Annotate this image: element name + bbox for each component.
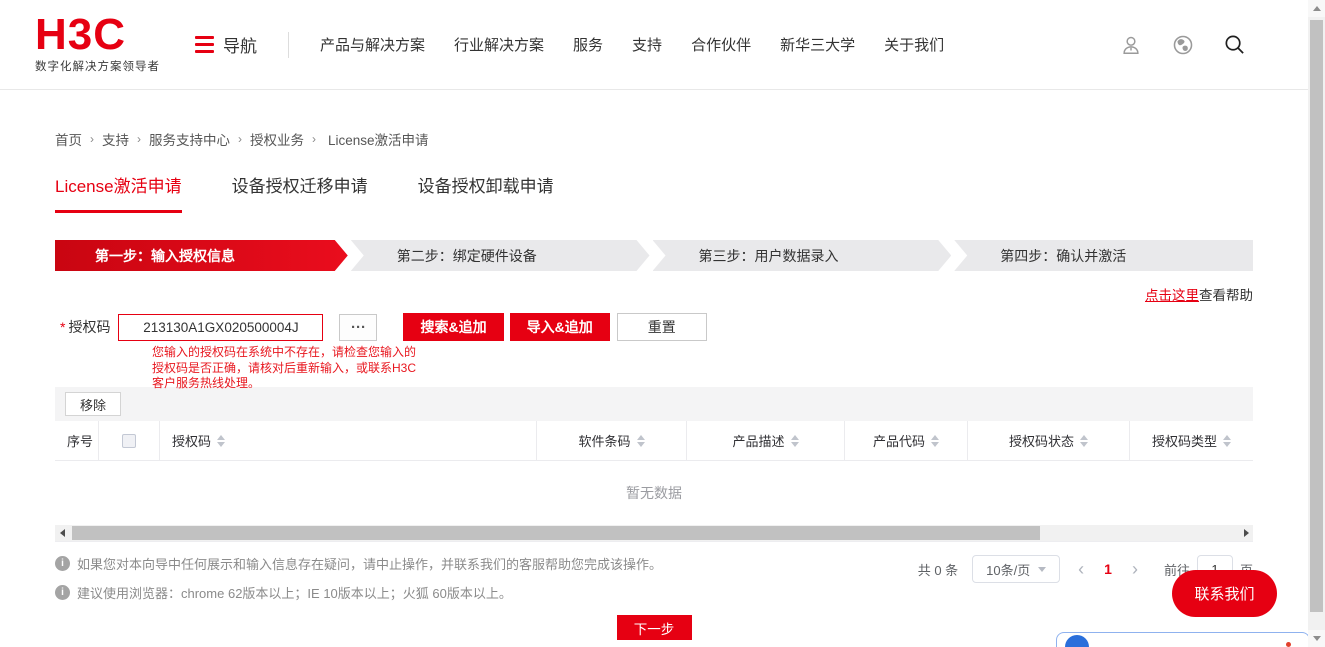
import-append-button[interactable]: 导入&追加	[509, 313, 610, 341]
info-icon: i	[55, 556, 70, 571]
tab-license-uninstall[interactable]: 设备授权卸载申请	[418, 172, 554, 213]
breadcrumb-current: License激活申请	[328, 133, 429, 148]
scroll-up-arrow-icon[interactable]	[1308, 0, 1325, 17]
nav-toggle[interactable]: 导航	[195, 32, 257, 57]
nav-toggle-label: 导航	[223, 37, 257, 56]
step-4: 第四步：确认并激活	[954, 240, 1253, 271]
step-1: 第一步：输入授权信息	[55, 240, 348, 271]
column-header-auth-type[interactable]: 授权码类型	[1130, 421, 1253, 460]
table-footer-row: i 如果您对本向导中任何展示和输入信息存在疑问，请中止操作，并联系我们的客服帮助…	[55, 554, 1253, 602]
breadcrumb-separator: ›	[137, 132, 141, 146]
next-page-button[interactable]: ›	[1128, 560, 1142, 578]
breadcrumb: 首页 › 支持 › 服务支持中心 › 授权业务 › License激活申请	[55, 129, 1253, 149]
horizontal-scrollbar[interactable]	[55, 525, 1253, 541]
scroll-left-arrow-icon[interactable]	[55, 525, 69, 541]
required-asterisk: *	[60, 319, 66, 335]
note-browser: i 建议使用浏览器：chrome 62版本以上；IE 10版本以上；火狐 60版…	[55, 583, 662, 602]
search-icon[interactable]	[1223, 33, 1246, 56]
help-suffix: 查看帮助	[1199, 288, 1253, 303]
column-header-product-desc[interactable]: 产品描述	[687, 421, 845, 460]
tab-license-migration[interactable]: 设备授权迁移申请	[232, 172, 368, 213]
column-header-checkbox	[99, 421, 160, 460]
site-header: H3C 数字化解决方案领导者 导航 产品与解决方案 行业解决方案 服务 支持 合…	[0, 0, 1308, 90]
tab-bar: License激活申请 设备授权迁移申请 设备授权卸载申请	[55, 172, 1253, 213]
auth-code-form: * 授权码 ··· 搜索&追加 导入&追加 重置 您输入的授权码在系统中不存在，…	[55, 313, 1253, 390]
main-nav: 产品与解决方案 行业解决方案 服务 支持 合作伙伴 新华三大学 关于我们	[320, 34, 944, 55]
auth-code-error-message: 您输入的授权码在系统中不存在，请检查您输入的授权码是否正确，请核对后重新输入，或…	[152, 345, 417, 390]
vertical-scrollbar[interactable]	[1308, 0, 1325, 647]
vertical-scrollbar-thumb[interactable]	[1310, 20, 1323, 612]
column-header-auth-status[interactable]: 授权码状态	[968, 421, 1130, 460]
pagination-total: 共 0 条	[917, 562, 959, 578]
notes: i 如果您对本向导中任何展示和输入信息存在疑问，请中止操作，并联系我们的客服帮助…	[55, 554, 662, 602]
main-content: 首页 › 支持 › 服务支持中心 › 授权业务 › License激活申请 Li…	[55, 90, 1253, 647]
scroll-right-arrow-icon[interactable]	[1239, 525, 1253, 541]
help-link[interactable]: 点击这里	[1145, 288, 1199, 303]
sort-icon[interactable]	[1080, 434, 1088, 447]
current-page-number[interactable]: 1	[1102, 561, 1114, 577]
chevron-down-icon	[1038, 566, 1047, 572]
breadcrumb-service-center[interactable]: 服务支持中心	[149, 129, 230, 149]
header-icons	[1119, 33, 1246, 56]
breadcrumb-separator: ›	[90, 132, 94, 146]
breadcrumb-support[interactable]: 支持	[102, 129, 129, 149]
header-divider	[288, 31, 289, 58]
column-header-software-barcode[interactable]: 软件条码	[537, 421, 687, 460]
nav-item-services[interactable]: 服务	[573, 34, 603, 55]
select-all-checkbox[interactable]	[122, 433, 136, 448]
table-toolbar: 移除	[55, 387, 1253, 421]
sort-icon[interactable]	[790, 434, 799, 447]
breadcrumb-home[interactable]: 首页	[55, 129, 82, 149]
breadcrumb-separator: ›	[238, 132, 242, 146]
sort-icon[interactable]	[636, 434, 645, 447]
sort-icon[interactable]	[931, 434, 939, 447]
step-2: 第二步：绑定硬件设备	[351, 240, 650, 271]
auth-code-label: 授权码	[68, 319, 111, 335]
license-table: 序号 授权码 软件条码 产品描述 产品代码 授权码状态 授权码类型 暂无数据	[55, 421, 1253, 542]
page-size-select[interactable]: 10条/页	[972, 555, 1061, 583]
h3c-logo[interactable]: H3C 数字化解决方案领导者	[35, 10, 160, 74]
note-warning: i 如果您对本向导中任何展示和输入信息存在疑问，请中止操作，并联系我们的客服帮助…	[55, 554, 662, 573]
sort-icon[interactable]	[1223, 434, 1231, 447]
horizontal-scrollbar-thumb[interactable]	[72, 526, 1040, 540]
column-header-auth-code[interactable]: 授权码	[160, 421, 537, 460]
column-header-product-code[interactable]: 产品代码	[845, 421, 968, 460]
nav-item-industry[interactable]: 行业解决方案	[454, 34, 544, 55]
logo-text: H3C	[35, 10, 127, 59]
sort-icon[interactable]	[217, 434, 226, 447]
logo-tagline: 数字化解决方案领导者	[35, 61, 160, 73]
table-header-row: 序号 授权码 软件条码 产品描述 产品代码 授权码状态 授权码类型	[55, 421, 1253, 461]
help-row: 点击这里查看帮助	[55, 284, 1253, 303]
contact-us-button[interactable]: 联系我们	[1172, 570, 1277, 617]
globe-icon[interactable]	[1171, 33, 1194, 56]
hamburger-icon	[195, 35, 214, 54]
next-step-button[interactable]: 下一步	[616, 615, 692, 640]
auth-code-input[interactable]	[118, 313, 324, 341]
chat-avatar-icon	[1065, 635, 1089, 647]
nav-item-products[interactable]: 产品与解决方案	[320, 34, 425, 55]
remove-button[interactable]: 移除	[65, 392, 121, 416]
breadcrumb-separator: ›	[312, 132, 316, 146]
wizard-steps: 第一步：输入授权信息 第二步：绑定硬件设备 第三步：用户数据录入 第四步：确认并…	[55, 240, 1253, 271]
tab-license-activation[interactable]: License激活申请	[55, 172, 182, 213]
prev-page-button[interactable]: ‹	[1074, 560, 1088, 578]
search-append-button[interactable]: 搜索&追加	[403, 313, 504, 341]
column-header-index: 序号	[55, 421, 99, 460]
nav-item-support[interactable]: 支持	[632, 34, 662, 55]
chat-widget[interactable]	[1056, 632, 1310, 647]
chat-notification-dot	[1286, 642, 1291, 647]
step-3: 第三步：用户数据录入	[653, 240, 952, 271]
table-empty-state: 暂无数据	[626, 485, 682, 501]
nav-item-about[interactable]: 关于我们	[884, 34, 944, 55]
info-icon: i	[55, 585, 70, 600]
nav-item-partners[interactable]: 合作伙伴	[691, 34, 751, 55]
reset-button[interactable]: 重置	[616, 313, 707, 341]
nav-item-university[interactable]: 新华三大学	[780, 34, 855, 55]
scroll-down-arrow-icon[interactable]	[1308, 630, 1325, 647]
more-button[interactable]: ···	[339, 313, 378, 341]
breadcrumb-license-business[interactable]: 授权业务	[250, 129, 304, 149]
user-icon[interactable]	[1119, 33, 1142, 56]
